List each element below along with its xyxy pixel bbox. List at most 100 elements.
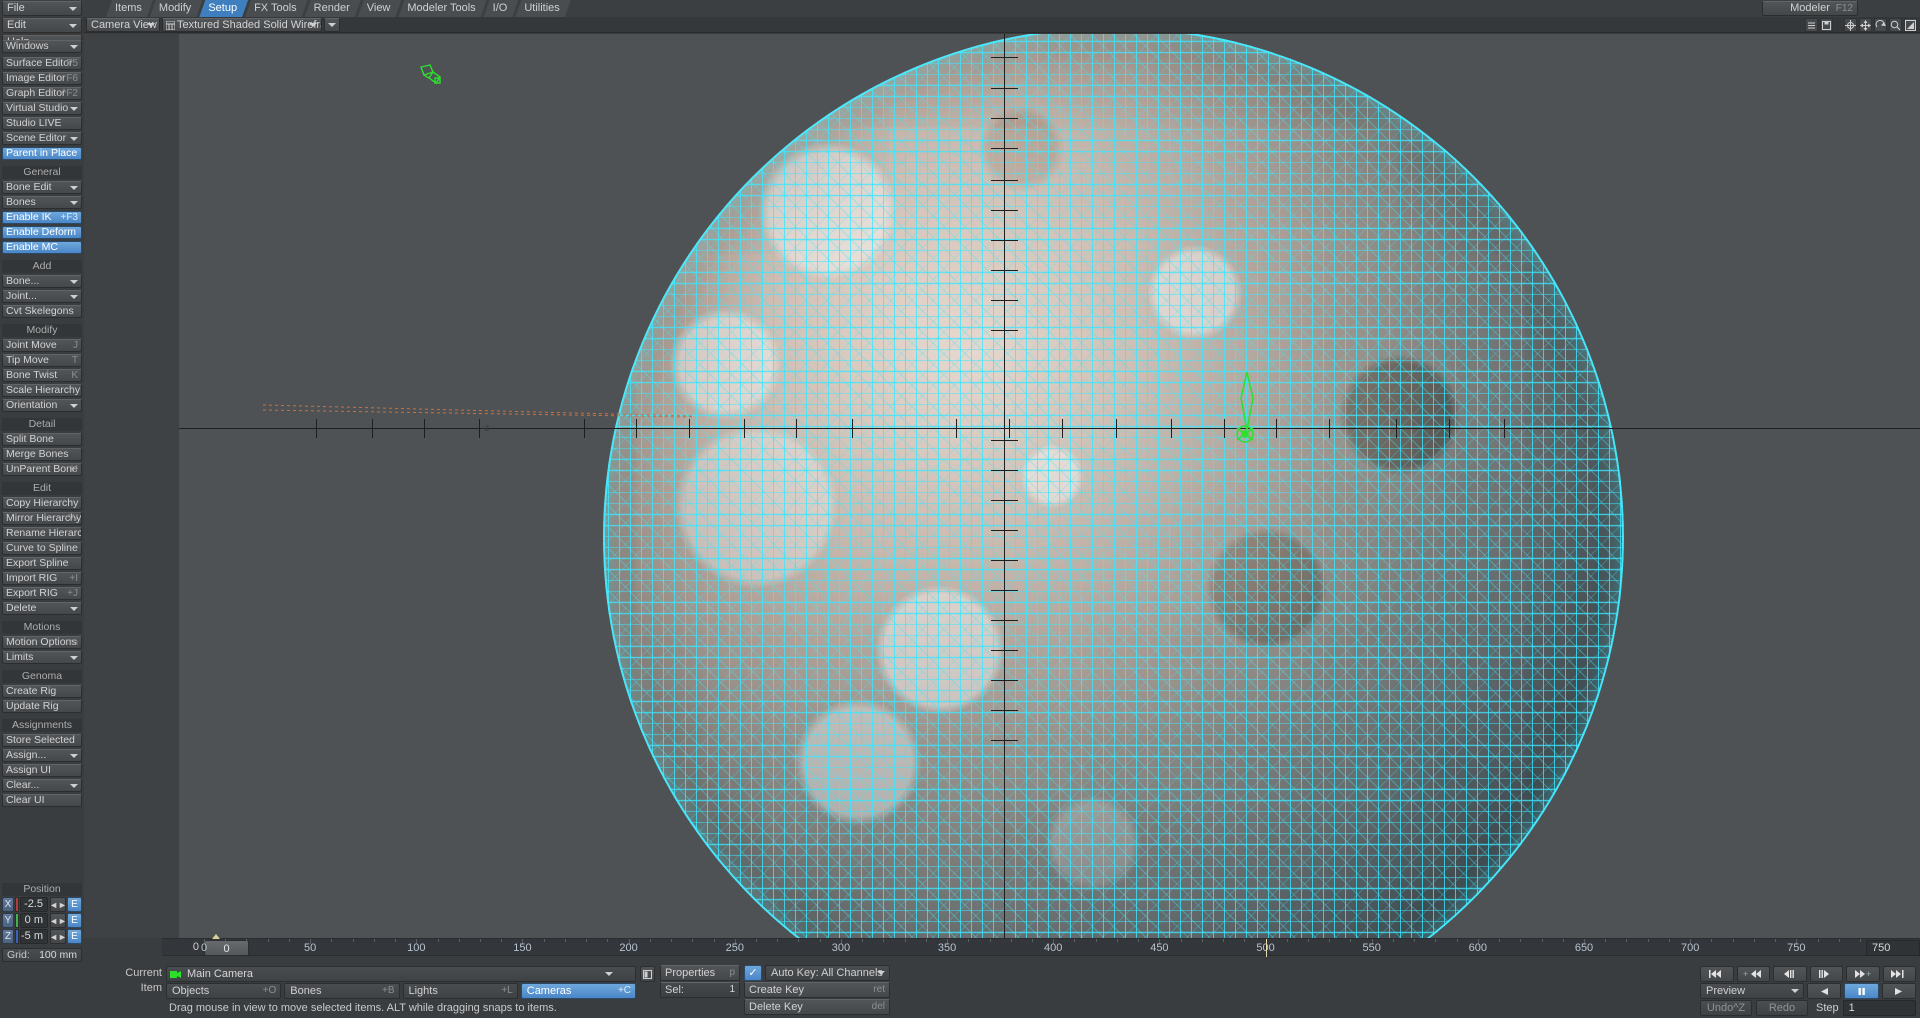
redo-button[interactable]: Redo bbox=[1756, 1000, 1808, 1016]
sidebar-item-clear[interactable]: Clear... bbox=[2, 779, 82, 792]
sidebar-item-update-rig[interactable]: Update Rig bbox=[2, 700, 82, 713]
nudge-icon[interactable]: ◄► bbox=[49, 913, 67, 928]
select-tab-bones[interactable]: Bones +B bbox=[284, 983, 400, 999]
autokey-row[interactable]: ✓ Auto Key: All Channels bbox=[744, 965, 890, 981]
sidebar-item-enable-ik[interactable]: Enable IK +F3 bbox=[2, 211, 82, 224]
main-tab-strip[interactable]: Items Modify Setup FX Tools Render View Modele… bbox=[106, 0, 568, 17]
sidebar-item-enable-mc[interactable]: Enable MC bbox=[2, 241, 82, 254]
skip-end-button[interactable] bbox=[1882, 966, 1916, 982]
sidebar-item-split-bone[interactable]: Split Bone bbox=[2, 433, 82, 446]
envelope-button-x[interactable]: E bbox=[67, 897, 82, 912]
tab-i-o[interactable]: I/O bbox=[484, 0, 519, 17]
rotate-icon[interactable] bbox=[1874, 18, 1887, 32]
selection-mode-tabs[interactable]: Objects +O Bones +B Lights +L Cameras +C bbox=[166, 983, 636, 999]
sidebar-item-surface-editor[interactable]: Surface Editor F5 bbox=[2, 57, 82, 70]
axis-toggle-z[interactable]: Z bbox=[2, 929, 14, 944]
sidebar-item-clear-ui[interactable]: Clear UI bbox=[2, 794, 82, 807]
undo-button[interactable]: Undo^Z bbox=[1700, 1000, 1752, 1016]
sidebar-item-delete[interactable]: Delete bbox=[2, 602, 82, 615]
render-mode-dropdown[interactable]: Textured Shaded Solid Wireframe bbox=[162, 18, 322, 32]
playback-row[interactable]: Preview bbox=[1700, 983, 1916, 999]
sidebar-item-bone-twist[interactable]: Bone Twist K bbox=[2, 369, 82, 382]
bone-gizmo[interactable] bbox=[1225, 370, 1265, 445]
sidebar-item-export-rig[interactable]: Export RIG +J bbox=[2, 587, 82, 600]
viewport-canvas[interactable]: -z bbox=[179, 34, 1920, 938]
sidebar-item-assign-ui[interactable]: Assign UI bbox=[2, 764, 82, 777]
tab-render[interactable]: Render bbox=[305, 0, 361, 17]
position-value-y[interactable]: 0 m bbox=[20, 913, 48, 928]
envelope-button-z[interactable]: E bbox=[67, 929, 82, 944]
wireframe-sphere-object[interactable] bbox=[603, 34, 1624, 938]
list-icon[interactable] bbox=[1805, 18, 1818, 32]
menu-file[interactable]: File bbox=[2, 1, 82, 16]
sidebar-item-orientation[interactable]: Orientation bbox=[2, 399, 82, 412]
create-key-button[interactable]: Create Key ret bbox=[744, 982, 890, 998]
play-reverse-button[interactable] bbox=[1807, 983, 1842, 999]
sidebar-item-tip-move[interactable]: Tip Move T bbox=[2, 354, 82, 367]
sidebar-item-copy-hierarchy[interactable]: Copy Hierarchy bbox=[2, 497, 82, 510]
sidebar-item-bone-edit[interactable]: Bone Edit bbox=[2, 181, 82, 194]
sidebar-item-graph-editor[interactable]: Graph Editor ^F2 bbox=[2, 87, 82, 100]
sidebar-item-parent-in-place[interactable]: Parent in Place bbox=[2, 147, 82, 160]
sidebar-item-scale-hierarchy[interactable]: Scale Hierarchy bbox=[2, 384, 82, 397]
delete-key-button[interactable]: Delete Key del bbox=[744, 999, 890, 1015]
sidebar-item-rename-hierarchy[interactable]: Rename Hierarchy bbox=[2, 527, 82, 540]
sidebar-item-bones[interactable]: Bones bbox=[2, 196, 82, 209]
sidebar-item-import-rig[interactable]: Import RIG +I bbox=[2, 572, 82, 585]
sidebar-item-mirror-hierarchy[interactable]: Mirror Hierarchy W bbox=[2, 512, 82, 525]
sidebar-item-limits[interactable]: Limits bbox=[2, 651, 82, 664]
modeler-switch-button[interactable]: Modeler F12 bbox=[1762, 1, 1858, 16]
sidebar-item-virtual-studio[interactable]: Virtual Studio bbox=[2, 102, 82, 115]
camera-gizmo[interactable] bbox=[418, 64, 446, 86]
timeline-track[interactable]: 0 05010015020025030035040045050055060065… bbox=[201, 934, 1864, 957]
target-icon[interactable] bbox=[1844, 18, 1857, 32]
autokey-dropdown[interactable]: Auto Key: All Channels bbox=[765, 965, 890, 981]
sidebar-item-enable-deform[interactable]: Enable Deform bbox=[2, 226, 82, 239]
tab-setup[interactable]: Setup bbox=[199, 0, 248, 17]
windows-dropdown[interactable]: Windows bbox=[2, 40, 82, 53]
sidebar-item-image-editor[interactable]: Image Editor F6 bbox=[2, 72, 82, 85]
step-forward-button[interactable] bbox=[1809, 966, 1843, 982]
panel-icon-button[interactable] bbox=[640, 966, 655, 982]
sidebar-item-assign[interactable]: Assign... bbox=[2, 749, 82, 762]
step-back-button[interactable] bbox=[1773, 966, 1807, 982]
timeline-slider[interactable]: 0 bbox=[204, 940, 249, 956]
sidebar-item-motion-options[interactable]: Motion Options m bbox=[2, 636, 82, 649]
properties-button[interactable]: Properties p bbox=[660, 965, 740, 981]
zoom-icon[interactable] bbox=[1889, 18, 1902, 32]
grid-row[interactable]: Grid: 100 mm bbox=[2, 948, 82, 962]
sidebar-item-export-spline[interactable]: Export Spline bbox=[2, 557, 82, 570]
sidebar-item-merge-bones[interactable]: Merge Bones bbox=[2, 448, 82, 461]
sidebar-item-unparent-bone[interactable]: UnParent Bone U bbox=[2, 463, 82, 476]
preview-dropdown[interactable]: Preview bbox=[1700, 983, 1804, 999]
envelope-button-y[interactable]: E bbox=[67, 913, 82, 928]
camera-viewport[interactable]: -z bbox=[84, 34, 1920, 938]
key-next-button[interactable]: + bbox=[1846, 966, 1880, 982]
key-prev-button[interactable]: + bbox=[1736, 966, 1770, 982]
select-tab-objects[interactable]: Objects +O bbox=[166, 983, 282, 999]
transport-buttons[interactable]: + + bbox=[1700, 966, 1916, 982]
sidebar-item-scene-editor[interactable]: Scene Editor bbox=[2, 132, 82, 145]
select-tab-lights[interactable]: Lights +L bbox=[402, 983, 518, 999]
axis-toggle-y[interactable]: Y bbox=[2, 913, 14, 928]
tab-modify[interactable]: Modify bbox=[150, 0, 202, 17]
tab-fx-tools[interactable]: FX Tools bbox=[245, 0, 308, 17]
current-item-dropdown[interactable]: Main Camera bbox=[166, 966, 636, 982]
move-icon[interactable] bbox=[1859, 18, 1872, 32]
step-value-input[interactable]: 1 bbox=[1842, 1000, 1916, 1016]
nudge-icon[interactable]: ◄► bbox=[49, 897, 67, 912]
tab-utilities[interactable]: Utilities bbox=[515, 0, 570, 17]
sidebar-item-bone[interactable]: Bone... bbox=[2, 275, 82, 288]
sidebar-item-store-selected[interactable]: Store Selected bbox=[2, 734, 82, 747]
sidebar-item-create-rig[interactable]: Create Rig bbox=[2, 685, 82, 698]
skip-start-button[interactable] bbox=[1700, 966, 1734, 982]
sidebar-item-studio-live[interactable]: Studio LIVE bbox=[2, 117, 82, 130]
render-options-dropdown[interactable] bbox=[324, 18, 340, 32]
save-icon[interactable] bbox=[1820, 18, 1833, 32]
tab-view[interactable]: View bbox=[358, 0, 402, 17]
sidebar-item-joint[interactable]: Joint... bbox=[2, 290, 82, 303]
position-value-x[interactable]: -2.5 m bbox=[20, 897, 48, 923]
sidebar-item-curve-to-spline[interactable]: Curve to Spline bbox=[2, 542, 82, 555]
pause-button[interactable] bbox=[1844, 983, 1879, 999]
autokey-checkbox[interactable]: ✓ bbox=[744, 965, 762, 981]
